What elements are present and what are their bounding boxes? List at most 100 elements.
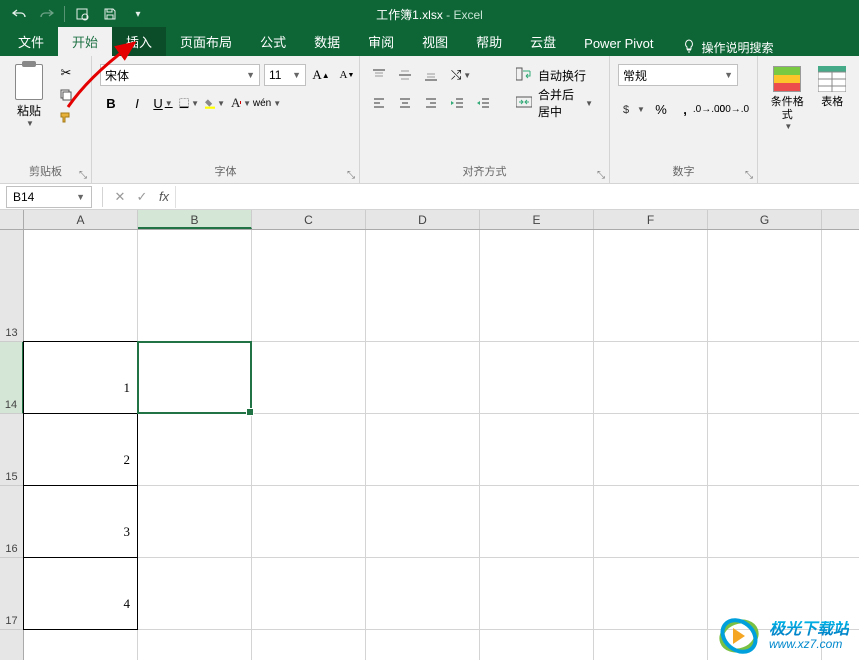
font-dialog-launcher[interactable]: ⤡ xyxy=(347,170,357,181)
column-headers: A B C D E F G xyxy=(0,210,859,230)
svg-text:$: $ xyxy=(623,104,629,116)
print-preview-button[interactable] xyxy=(71,3,93,25)
row-header-13[interactable]: 13 xyxy=(0,230,23,342)
tab-formulas[interactable]: 公式 xyxy=(246,27,300,56)
accounting-format-button[interactable]: $▼ xyxy=(618,98,648,120)
tab-power-pivot[interactable]: Power Pivot xyxy=(570,31,667,56)
tab-file[interactable]: 文件 xyxy=(4,27,58,56)
column-header-E[interactable]: E xyxy=(480,210,594,229)
tab-home[interactable]: 开始 xyxy=(58,27,112,56)
font-size-combo[interactable]: 11▼ xyxy=(264,64,306,86)
font-color-button[interactable]: A▼ xyxy=(230,92,252,114)
group-clipboard: 粘贴 ▼ ✂ 剪贴板 ⤡ xyxy=(0,56,92,183)
row-header-17[interactable]: 17 xyxy=(0,558,23,630)
tab-data[interactable]: 数据 xyxy=(300,27,354,56)
align-middle-button[interactable] xyxy=(394,64,416,86)
decrease-decimal-button[interactable]: .00→.0 xyxy=(722,98,744,120)
group-alignment: ⤭▼ 自动换行 合并后居中▼ 对齐方式 ⤡ xyxy=(360,56,610,183)
insert-function-button[interactable]: fx xyxy=(153,189,175,204)
tab-help[interactable]: 帮助 xyxy=(462,27,516,56)
tab-yunpan[interactable]: 云盘 xyxy=(516,27,570,56)
cell-A15[interactable] xyxy=(23,413,138,486)
qat-customize-button[interactable]: ▾ xyxy=(127,3,149,25)
increase-font-button[interactable]: A▲ xyxy=(310,64,332,86)
format-painter-button[interactable] xyxy=(56,108,76,126)
tell-me-search[interactable]: 操作说明搜索 xyxy=(682,39,774,56)
formula-bar: B14▼ ✕ ✓ fx xyxy=(0,184,859,210)
table-icon xyxy=(818,66,846,92)
name-box[interactable]: B14▼ xyxy=(6,186,92,208)
enter-formula-button[interactable]: ✓ xyxy=(131,189,153,205)
cell-A17[interactable] xyxy=(23,557,138,630)
chevron-down-icon: ▼ xyxy=(76,192,85,202)
border-button[interactable]: ▼ xyxy=(178,92,200,114)
copy-button[interactable] xyxy=(56,86,76,104)
merge-icon xyxy=(516,95,532,112)
cell-A14[interactable] xyxy=(23,341,138,414)
clipboard-dialog-launcher[interactable]: ⤡ xyxy=(79,170,89,181)
clipboard-icon xyxy=(15,64,43,100)
percent-button[interactable]: % xyxy=(650,98,672,120)
paste-button[interactable]: 粘贴 ▼ xyxy=(8,60,50,128)
worksheet[interactable]: A B C D E F G 13 14 15 16 17 xyxy=(0,210,859,660)
cells-grid[interactable]: 1 2 3 4 xyxy=(24,230,859,660)
bold-button[interactable]: B xyxy=(100,92,122,114)
tell-me-label: 操作说明搜索 xyxy=(702,39,774,56)
quick-access-toolbar: ▾ xyxy=(0,3,149,25)
conditional-format-icon xyxy=(773,66,801,92)
active-cell-selection xyxy=(137,341,252,414)
select-all-corner[interactable] xyxy=(0,210,24,229)
align-bottom-button[interactable] xyxy=(420,64,442,86)
column-header-A[interactable]: A xyxy=(24,210,138,229)
column-header-B[interactable]: B xyxy=(138,210,252,229)
redo-button[interactable] xyxy=(36,3,58,25)
font-name-combo[interactable]: 宋体▼ xyxy=(100,64,260,86)
wrap-text-button[interactable]: 自动换行 xyxy=(508,64,601,86)
watermark-text-url: www.xz7.com xyxy=(769,638,849,651)
tab-view[interactable]: 视图 xyxy=(408,27,462,56)
number-format-combo[interactable]: 常规▼ xyxy=(618,64,738,86)
cell-A16[interactable] xyxy=(23,485,138,558)
phonetic-guide-button[interactable]: wén▼ xyxy=(256,92,278,114)
italic-button[interactable]: I xyxy=(126,92,148,114)
number-dialog-launcher[interactable]: ⤡ xyxy=(745,170,755,181)
underline-button[interactable]: U▼ xyxy=(152,92,174,114)
group-font: 宋体▼ 11▼ A▲ A▼ B I U▼ ▼ ▼ A▼ wén▼ 字体 ⤡ xyxy=(92,56,360,183)
group-clipboard-label: 剪贴板 xyxy=(8,163,83,181)
column-header-D[interactable]: D xyxy=(366,210,480,229)
cancel-formula-button[interactable]: ✕ xyxy=(109,189,131,205)
title-bar: ▾ 工作簿1.xlsx - Excel xyxy=(0,0,859,28)
format-as-table-button[interactable]: 表格 xyxy=(815,60,850,109)
decrease-indent-button[interactable] xyxy=(446,92,468,114)
row-header-15[interactable]: 15 xyxy=(0,414,23,486)
align-left-button[interactable] xyxy=(368,92,390,114)
row-header-16[interactable]: 16 xyxy=(0,486,23,558)
increase-indent-button[interactable] xyxy=(472,92,494,114)
decrease-font-button[interactable]: A▼ xyxy=(336,64,358,86)
column-header-C[interactable]: C xyxy=(252,210,366,229)
tab-page-layout[interactable]: 页面布局 xyxy=(166,27,246,56)
group-styles: 条件格式 ▼ 表格 xyxy=(758,56,858,183)
watermark: 极光下载站 www.xz7.com xyxy=(717,618,849,654)
filename: 工作簿1.xlsx xyxy=(376,8,443,22)
orientation-button[interactable]: ⤭▼ xyxy=(446,64,476,86)
merge-center-button[interactable]: 合并后居中▼ xyxy=(508,92,601,114)
window-title: 工作簿1.xlsx - Excel xyxy=(376,6,483,23)
align-top-button[interactable] xyxy=(368,64,390,86)
align-center-button[interactable] xyxy=(394,92,416,114)
row-header-14[interactable]: 14 xyxy=(0,342,24,414)
column-header-F[interactable]: F xyxy=(594,210,708,229)
column-header-G[interactable]: G xyxy=(708,210,822,229)
group-alignment-label: 对齐方式 xyxy=(368,163,601,181)
formula-input[interactable] xyxy=(175,186,859,208)
cut-button[interactable]: ✂ xyxy=(56,64,76,82)
save-button[interactable] xyxy=(99,3,121,25)
fill-color-button[interactable]: ▼ xyxy=(204,92,226,114)
alignment-dialog-launcher[interactable]: ⤡ xyxy=(597,170,607,181)
tab-review[interactable]: 审阅 xyxy=(354,27,408,56)
conditional-format-button[interactable]: 条件格式 ▼ xyxy=(766,60,809,131)
chevron-down-icon: ▼ xyxy=(288,70,301,80)
tab-insert[interactable]: 插入 xyxy=(112,27,166,56)
undo-button[interactable] xyxy=(8,3,30,25)
align-right-button[interactable] xyxy=(420,92,442,114)
